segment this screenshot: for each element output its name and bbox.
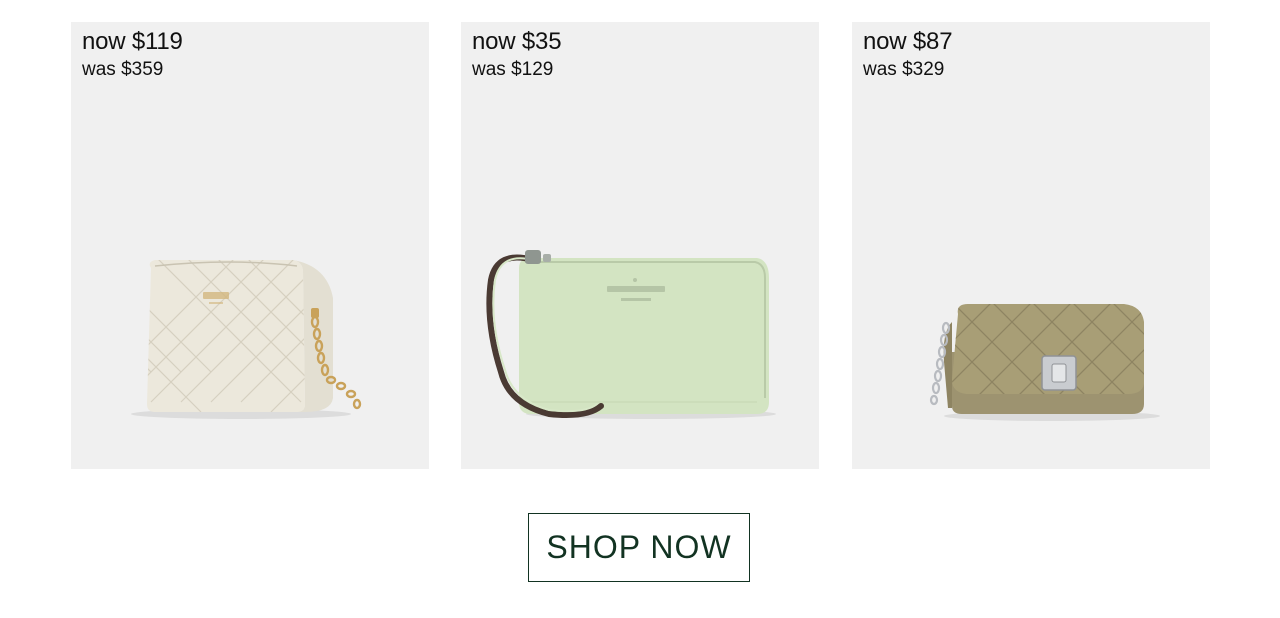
product-card-cream-crossbody[interactable]: now $119 was $359 — [71, 22, 429, 469]
shop-now-button[interactable]: SHOP NOW — [528, 513, 750, 582]
product-card-olive-flap-bag[interactable]: now $87 was $329 — [852, 22, 1210, 469]
price-now: now $119 — [82, 28, 183, 55]
product-card-mint-wristlet[interactable]: now $35 was $129 — [461, 22, 819, 469]
mint-wristlet-image — [486, 250, 776, 419]
price-was: was $359 — [82, 59, 164, 80]
price-now: now $35 — [472, 28, 562, 55]
olive-quilted-flap-bag-image — [929, 304, 1160, 421]
product-promo-section: now $119 was $359 now $35 was $129 now $… — [0, 0, 1280, 618]
price-now: now $87 — [863, 28, 953, 55]
cream-quilted-crossbody-image — [131, 260, 362, 419]
price-was: was $129 — [472, 59, 554, 80]
price-was: was $329 — [863, 59, 945, 80]
